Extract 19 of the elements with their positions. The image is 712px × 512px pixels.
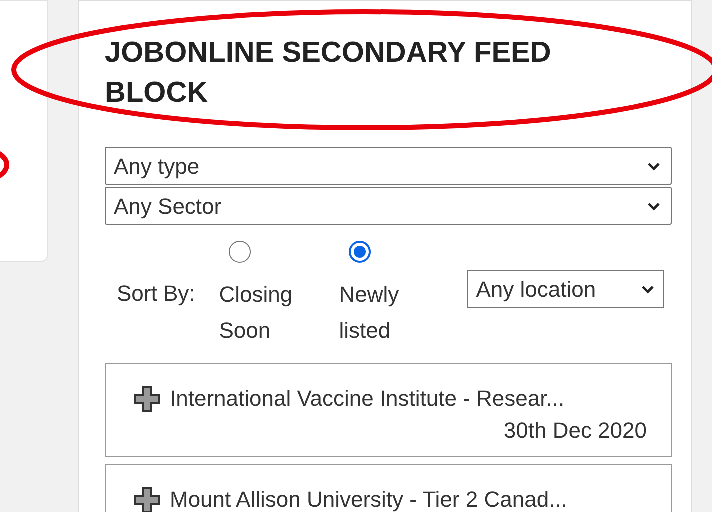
closing-date: 30th Dec 2020 (504, 418, 647, 443)
radio-label[interactable]: Newly listed (339, 277, 430, 349)
sort-label: Sort By: (117, 280, 196, 308)
chevron-icon (647, 202, 661, 210)
job-card[interactable]: International Vaccine Institute - Resear... 30th Dec 2020 (105, 363, 672, 457)
chevron-icon (641, 284, 656, 294)
job-title[interactable]: Mount Allison University - Tier 2 Canad... (170, 483, 568, 512)
plus-icon (132, 384, 162, 414)
radio-label[interactable]: Closing Soon (219, 277, 310, 349)
filter-dropdown[interactable]: Any type (105, 147, 672, 185)
job-card[interactable]: Mount Allison University - Tier 2 Canad... (105, 464, 672, 512)
radio-button[interactable] (349, 241, 372, 263)
job-title[interactable]: International Vaccine Institute - Resear... (170, 382, 565, 415)
plus-icon (132, 484, 162, 512)
chevron-icon (647, 162, 661, 170)
block-title: JOBONLINE SECONDARY FEED BLOCK (105, 36, 552, 111)
filter-dropdown[interactable]: Any Sector (105, 187, 672, 225)
location-dropdown[interactable]: Any location (467, 270, 664, 308)
radio-button[interactable] (229, 241, 252, 263)
